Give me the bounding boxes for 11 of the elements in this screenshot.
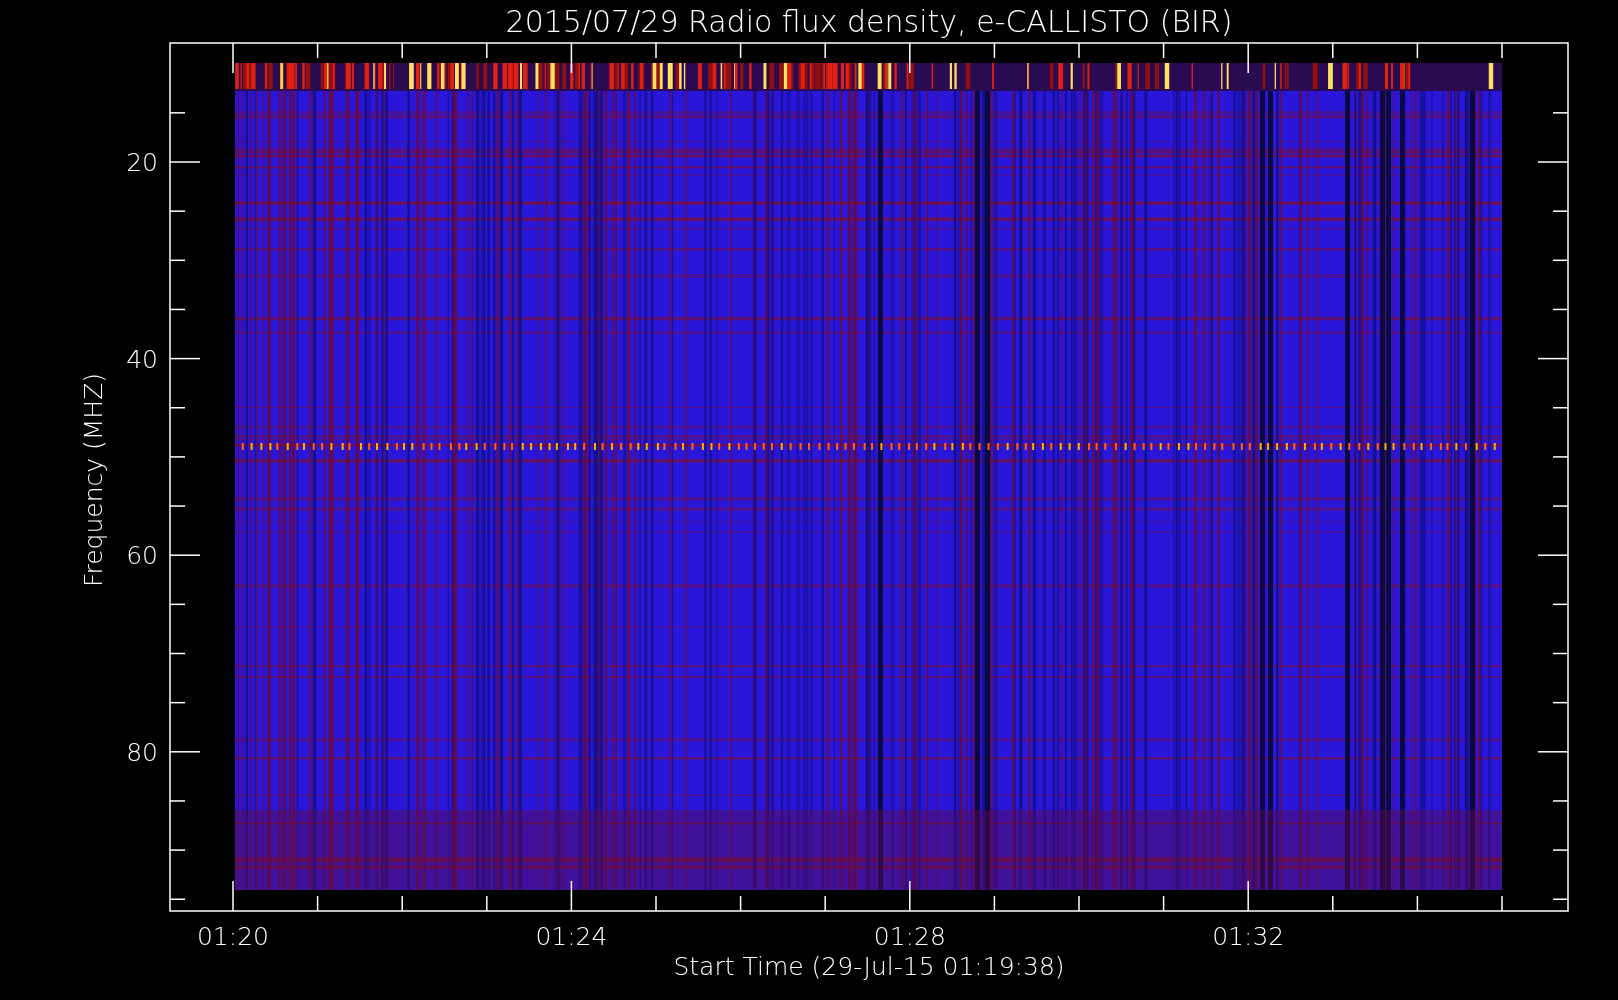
x-tick-label: 01:32	[1212, 922, 1285, 951]
y-tick-label: 80	[126, 737, 158, 767]
chart-title: 2015/07/29 Radio flux density, e-CALLISTO (BIR)	[505, 4, 1233, 39]
y-tick-label: 20	[126, 148, 158, 177]
x-tick-label: 01:24	[535, 922, 608, 951]
y-tick-label: 40	[126, 344, 158, 374]
x-axis-label: Start Time (29-Jul-15 01:19:38)	[673, 952, 1065, 981]
x-tick-label: 01:20	[197, 922, 269, 951]
y-tick-label: 60	[126, 541, 158, 571]
x-tick-label: 01:28	[873, 922, 946, 951]
y-axis-label: Frequency (MHZ)	[79, 372, 108, 588]
